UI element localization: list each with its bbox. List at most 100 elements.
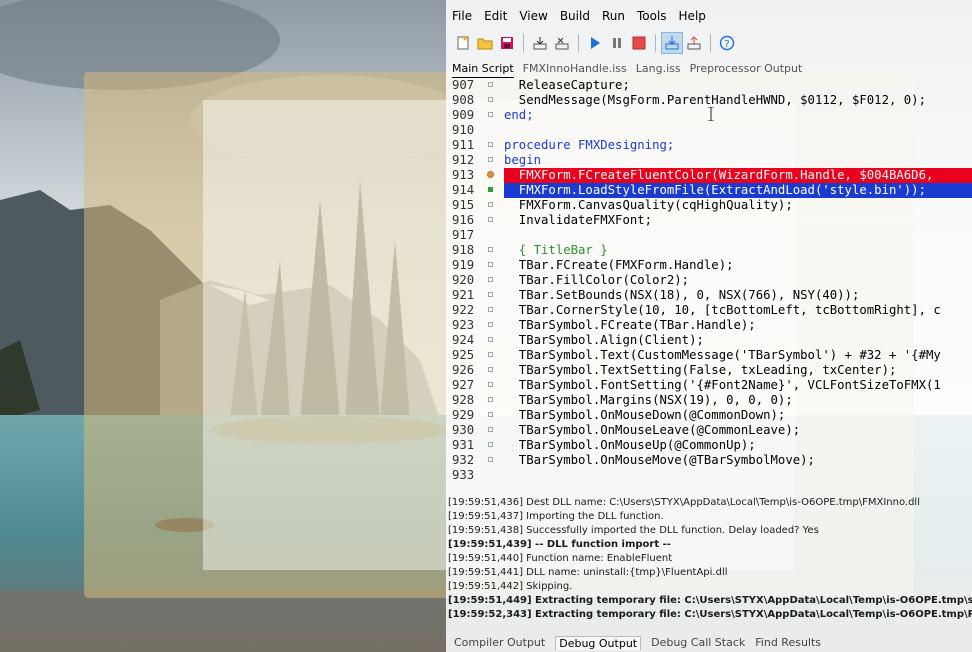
toolbar-separator [655, 34, 656, 52]
menu-file[interactable]: File [446, 9, 478, 23]
line-number: 913 [452, 168, 475, 182]
tab-preprocessor-output[interactable]: Preprocessor Output [690, 62, 803, 78]
output-line: [19:59:51,437] Importing the DLL functio… [448, 511, 664, 522]
line-number: 912 [452, 153, 475, 167]
gutter-marker[interactable] [487, 198, 495, 213]
save-icon[interactable] [496, 32, 518, 54]
gutter-marker[interactable] [487, 363, 495, 378]
code-text: SendMessage(MsgForm.ParentHandleHWND, $0… [504, 93, 926, 107]
menu-edit[interactable]: Edit [478, 9, 513, 23]
gutter-marker[interactable] [487, 468, 495, 483]
output-line: [19:59:51,441] DLL name: uninstall:{tmp}… [448, 567, 728, 578]
line-number: 930 [452, 423, 475, 437]
editor-tabs: Main Script FMXInnoHandle.iss Lang.iss P… [452, 62, 811, 78]
code-text: TBarSymbol.FCreate(TBar.Handle); [504, 318, 756, 332]
tab-debug-call-stack[interactable]: Debug Call Stack [651, 636, 745, 649]
gutter-marker[interactable] [487, 348, 495, 363]
gutter-marker[interactable] [487, 453, 495, 468]
ide-window: File Edit View Build Run Tools Help ? Ma… [446, 0, 972, 652]
run-icon[interactable] [584, 32, 606, 54]
download-icon[interactable] [661, 32, 683, 54]
code-line: 923 TBarSymbol.FCreate(TBar.Handle); [446, 318, 972, 333]
toolbar-separator [710, 34, 711, 52]
gutter-marker[interactable] [487, 243, 495, 258]
gutter-marker[interactable] [487, 303, 495, 318]
stop-icon[interactable] [628, 32, 650, 54]
tab-main-script[interactable]: Main Script [452, 62, 514, 78]
gutter-marker[interactable] [487, 378, 495, 393]
gutter-marker[interactable] [487, 108, 495, 123]
line-number: 921 [452, 288, 475, 302]
gutter-marker[interactable] [487, 228, 495, 243]
code-text: TBar.CornerStyle(10, 10, [tcBottomLeft, … [504, 303, 941, 317]
gutter-marker[interactable] [487, 183, 495, 198]
code-line: 926 TBarSymbol.TextSetting(False, txLead… [446, 363, 972, 378]
gutter-marker[interactable] [487, 123, 495, 138]
tab-fmxinnohandle[interactable]: FMXInnoHandle.iss [523, 62, 627, 78]
code-line: 910 [446, 123, 972, 138]
code-line: 913 FMXForm.FCreateFluentColor(WizardFor… [446, 168, 972, 183]
svg-text:?: ? [724, 39, 729, 50]
line-number: 919 [452, 258, 475, 272]
code-line: 925 TBarSymbol.Text(CustomMessage('TBarS… [446, 348, 972, 363]
code-line: 919 TBar.FCreate(FMXForm.Handle); [446, 258, 972, 273]
code-line: 921 TBar.SetBounds(NSX(18), 0, NSX(766),… [446, 288, 972, 303]
gutter-marker[interactable] [487, 423, 495, 438]
gutter-marker[interactable] [487, 408, 495, 423]
code-text: TBar.SetBounds(NSX(18), 0, NSX(766), NSY… [504, 288, 860, 302]
tab-debug-output[interactable]: Debug Output [555, 635, 642, 650]
code-text: FMXForm.CanvasQuality(cqHighQuality); [504, 198, 793, 212]
gutter-marker[interactable] [487, 333, 495, 348]
tab-find-results[interactable]: Find Results [755, 636, 821, 649]
gutter-marker[interactable] [487, 93, 495, 108]
tab-lang[interactable]: Lang.iss [636, 62, 681, 78]
code-line: 914 FMXForm.LoadStyleFromFile(ExtractAnd… [446, 183, 972, 198]
menu-view[interactable]: View [513, 9, 553, 23]
line-number: 933 [452, 468, 475, 482]
code-text: TBarSymbol.Margins(NSX(19), 0, 0, 0); [504, 393, 793, 407]
line-number: 914 [452, 183, 475, 197]
tab-compiler-output[interactable]: Compiler Output [454, 636, 545, 649]
code-line: 912 begin [446, 153, 972, 168]
output-line: [19:59:51,439] -- DLL function import -- [448, 539, 671, 550]
gutter-marker[interactable] [487, 273, 495, 288]
line-number: 920 [452, 273, 475, 287]
help-icon[interactable]: ? [716, 32, 738, 54]
compile-options-icon[interactable] [551, 32, 573, 54]
open-folder-icon[interactable] [474, 32, 496, 54]
pause-icon[interactable] [606, 32, 628, 54]
gutter-marker[interactable] [487, 318, 495, 333]
code-text: procedure FMXDesigning; [504, 138, 675, 152]
new-file-icon[interactable] [452, 32, 474, 54]
compile-icon[interactable] [529, 32, 551, 54]
gutter-marker[interactable] [487, 393, 495, 408]
menu-tools[interactable]: Tools [631, 9, 673, 23]
gutter-marker[interactable] [487, 78, 495, 93]
line-number: 907 [452, 78, 475, 92]
code-text: { TitleBar } [504, 243, 608, 257]
gutter-marker[interactable] [487, 213, 495, 228]
gutter-marker[interactable] [487, 438, 495, 453]
code-text: end; [504, 108, 534, 122]
code-text: TBarSymbol.Align(Client); [504, 333, 704, 347]
gutter-marker[interactable] [487, 168, 495, 183]
gutter-marker[interactable] [487, 258, 495, 273]
debug-output-panel[interactable]: [19:59:51,436] Dest DLL name: C:\Users\S… [446, 496, 972, 628]
menu-run[interactable]: Run [596, 9, 631, 23]
gutter-marker[interactable] [487, 138, 495, 153]
code-line: 907 ReleaseCapture; [446, 78, 972, 93]
line-number: 915 [452, 198, 475, 212]
code-text: begin [504, 153, 542, 167]
menu-help[interactable]: Help [673, 9, 712, 23]
line-number: 928 [452, 393, 475, 407]
code-text: TBarSymbol.TextSetting(False, txLeading,… [504, 363, 897, 377]
gutter-marker[interactable] [487, 288, 495, 303]
code-line: 932 TBarSymbol.OnMouseMove(@TBarSymbolMo… [446, 453, 972, 468]
gutter-marker[interactable] [487, 153, 495, 168]
code-line: 928 TBarSymbol.Margins(NSX(19), 0, 0, 0)… [446, 393, 972, 408]
menu-build[interactable]: Build [554, 9, 596, 23]
upload-icon[interactable] [683, 32, 705, 54]
code-line: 930 TBarSymbol.OnMouseLeave(@CommonLeave… [446, 423, 972, 438]
code-text: TBarSymbol.OnMouseMove(@TBarSymbolMove); [504, 453, 815, 467]
code-editor[interactable]: 907 ReleaseCapture; 908 SendMessage(MsgFo… [446, 78, 972, 482]
